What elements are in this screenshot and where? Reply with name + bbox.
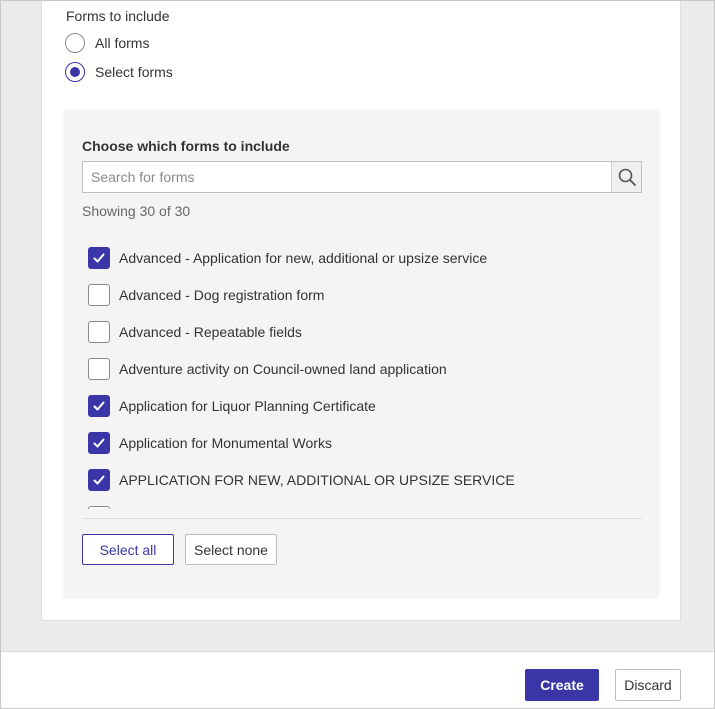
checkbox[interactable] bbox=[88, 395, 110, 417]
form-label: Adventure activity on Council-owned land… bbox=[119, 361, 447, 377]
form-label: Application for Liquor Planning Certific… bbox=[119, 398, 376, 414]
radio-button[interactable] bbox=[65, 33, 85, 53]
checkbox[interactable] bbox=[88, 321, 110, 343]
form-label: Application for Monumental Works bbox=[119, 435, 332, 451]
search-box bbox=[82, 161, 642, 193]
checkmark-icon bbox=[93, 401, 105, 411]
list-item[interactable]: Advanced - Dog registration form bbox=[88, 283, 324, 307]
search-input[interactable] bbox=[83, 162, 611, 192]
checkbox[interactable] bbox=[88, 506, 110, 509]
forms-to-include-label: Forms to include bbox=[66, 8, 170, 24]
radio-button-selected[interactable] bbox=[65, 62, 85, 82]
form-label: Advanced - Dog registration form bbox=[119, 287, 325, 303]
select-all-button[interactable]: Select all bbox=[82, 534, 174, 565]
checkbox[interactable] bbox=[88, 469, 110, 491]
checkbox[interactable] bbox=[88, 358, 110, 380]
form-chooser: Choose which forms to include Showing 30… bbox=[64, 109, 659, 597]
search-icon bbox=[618, 168, 636, 186]
checkbox[interactable] bbox=[88, 247, 110, 269]
list-item[interactable]: Adventure activity on Council-owned land… bbox=[88, 357, 447, 381]
checkbox[interactable] bbox=[88, 432, 110, 454]
radio-label-select-forms: Select forms bbox=[95, 64, 173, 80]
search-button[interactable] bbox=[611, 162, 641, 192]
select-none-button[interactable]: Select none bbox=[185, 534, 277, 565]
form-label: Advanced - Application for new, addition… bbox=[119, 250, 488, 266]
checkbox[interactable] bbox=[88, 284, 110, 306]
list-item[interactable]: Application for Monumental Works bbox=[88, 431, 332, 455]
list-divider bbox=[82, 518, 642, 519]
form-label: Advanced - Repeatable fields bbox=[119, 324, 302, 340]
list-item[interactable]: APPLICATION FOR NEW, ADDITIONAL OR UPSIZ… bbox=[88, 468, 515, 492]
radio-all-forms[interactable]: All forms bbox=[65, 33, 149, 53]
chooser-title: Choose which forms to include bbox=[82, 138, 290, 154]
create-button[interactable]: Create bbox=[525, 669, 599, 701]
list-item[interactable]: Application for Liquor Planning Certific… bbox=[88, 394, 376, 418]
form-settings-panel: Forms to include All forms Select forms … bbox=[41, 1, 681, 621]
form-list[interactable]: Advanced - Application for new, addition… bbox=[82, 237, 642, 509]
form-label: APPLICATION FOR NEW, ADDITIONAL OR UPSIZ… bbox=[119, 472, 515, 488]
discard-button[interactable]: Discard bbox=[615, 669, 681, 701]
checkmark-icon bbox=[93, 438, 105, 448]
showing-count: Showing 30 of 30 bbox=[82, 203, 191, 219]
dialog-frame: Forms to include All forms Select forms … bbox=[0, 0, 715, 709]
radio-label-all-forms: All forms bbox=[95, 35, 150, 51]
checkmark-icon bbox=[93, 475, 105, 485]
radio-dot bbox=[70, 67, 80, 77]
list-item-partial[interactable] bbox=[88, 505, 110, 509]
checkmark-icon bbox=[93, 253, 105, 263]
dialog-footer: Create Discard bbox=[1, 651, 714, 708]
list-item[interactable]: Advanced - Application for new, addition… bbox=[88, 246, 487, 270]
radio-select-forms[interactable]: Select forms bbox=[65, 62, 173, 82]
list-item[interactable]: Advanced - Repeatable fields bbox=[88, 320, 302, 344]
